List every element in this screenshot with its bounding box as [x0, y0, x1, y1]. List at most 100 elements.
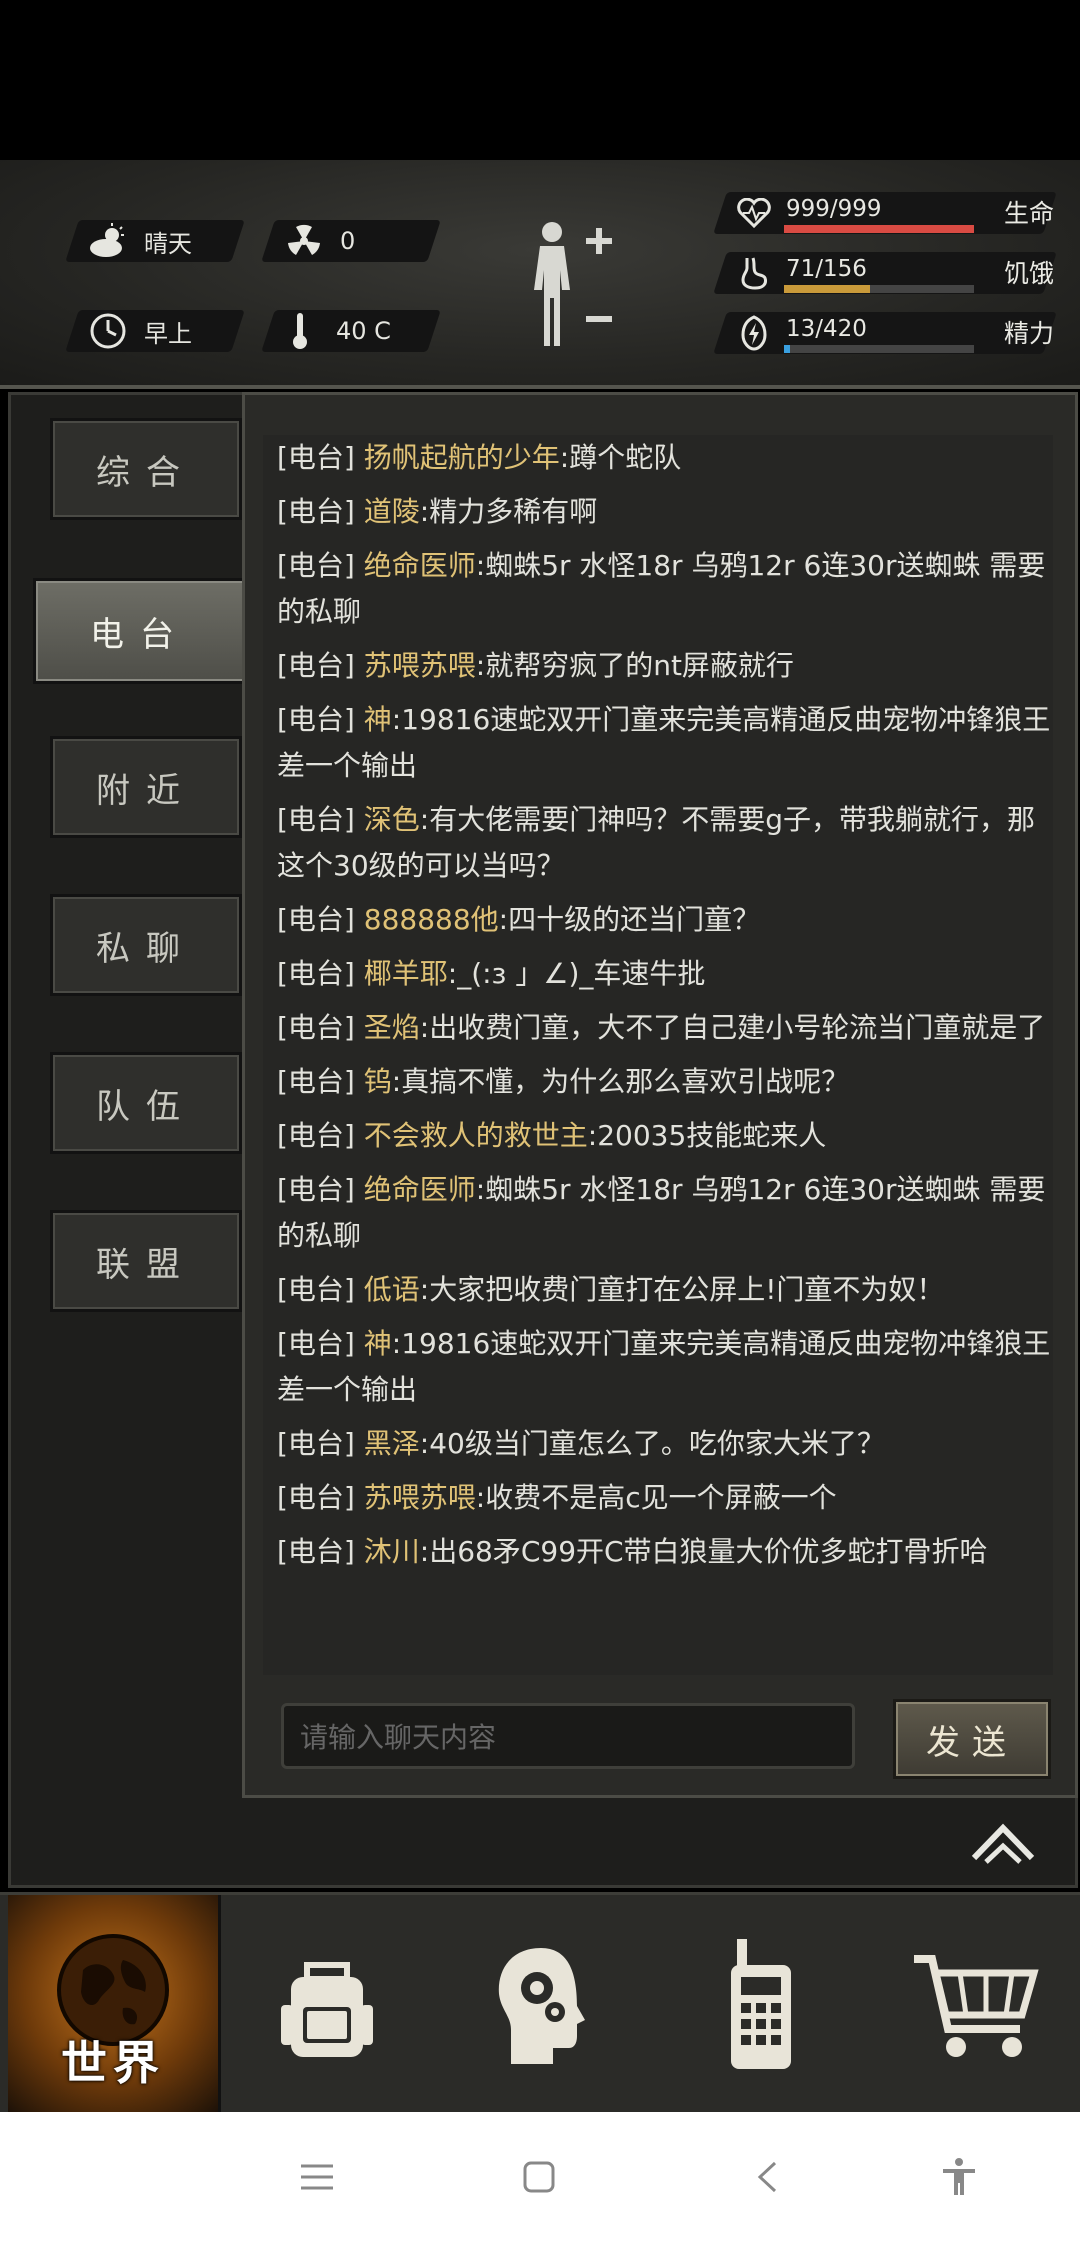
menu-icon[interactable]	[292, 2152, 342, 2202]
temperature-value: 40 C	[336, 317, 391, 345]
thermometer-icon	[278, 309, 322, 353]
message-channel: [电台]	[277, 1327, 364, 1360]
walkie-talkie-icon	[731, 1939, 791, 2069]
energy-bar	[784, 345, 974, 353]
message-channel: [电台]	[277, 903, 364, 936]
hunger-value: 71/156	[786, 256, 867, 282]
tab-nearby[interactable]: 附近	[50, 736, 242, 838]
heart-icon	[734, 193, 774, 233]
back-icon[interactable]	[742, 2152, 792, 2202]
message-sender[interactable]: 神	[364, 1327, 392, 1360]
message-text: :19816速蛇双开门童来完美高精通反曲宠物冲锋狼王差一个输出	[277, 703, 1051, 782]
chat-box: [电台] 扬帆起航的少年:蹲个蛇队 [电台] 道陵:精力多稀有啊 [电台] 绝命医师…	[242, 392, 1078, 1798]
message-list[interactable]: [电台] 扬帆起航的少年:蹲个蛇队 [电台] 道陵:精力多稀有啊 [电台] 绝命医师…	[263, 435, 1053, 1675]
time-of-day-label: 早上	[144, 319, 192, 348]
message-text: :19816速蛇双开门童来完美高精通反曲宠物冲锋狼王差一个输出	[277, 1327, 1051, 1406]
chat-message: [电台] 神:19816速蛇双开门童来完美高精通反曲宠物冲锋狼王差一个输出	[263, 1321, 1053, 1413]
tab-alliance[interactable]: 联盟	[50, 1210, 242, 1312]
nav-skills[interactable]	[436, 1895, 646, 2115]
message-channel: [电台]	[277, 1481, 364, 1514]
tab-radio[interactable]: 电台	[33, 578, 247, 684]
hud-panel: 晴天 0 早上 40 C 999/999 生命 71/156 饥饿 13/420…	[0, 160, 1080, 389]
message-sender[interactable]: 钨	[364, 1065, 392, 1098]
tab-general[interactable]: 综合	[50, 418, 242, 520]
message-channel: [电台]	[277, 957, 364, 990]
message-sender[interactable]: 椰羊耶	[364, 957, 448, 990]
message-text: :精力多稀有啊	[419, 495, 598, 528]
message-sender[interactable]: 黑泽	[364, 1427, 420, 1460]
nav-shop[interactable]	[870, 1895, 1080, 2115]
accessibility-icon[interactable]	[934, 2152, 984, 2202]
chat-input[interactable]: 请输入聊天内容	[281, 1703, 855, 1769]
nav-world[interactable]: 世界	[8, 1895, 221, 2115]
message-sender[interactable]: 888888他	[364, 903, 499, 936]
message-text: :40级当门童怎么了。吃你家大米了？	[419, 1427, 885, 1460]
chat-message: [电台] 绝命医师:蜘蛛5r 水怪18r 乌鸦12r 6连30r送蜘蛛 需要的私…	[263, 1167, 1053, 1259]
chat-message: [电台] 椰羊耶:_(:з 」∠)_车速牛批	[263, 951, 1053, 997]
message-sender[interactable]: 扬帆起航的少年	[364, 441, 560, 474]
message-channel: [电台]	[277, 1065, 364, 1098]
tab-private[interactable]: 私聊	[50, 894, 242, 996]
message-sender[interactable]: 神	[364, 703, 392, 736]
chat-message: [电台] 苏喂苏喂:收费不是高c见一个屏蔽一个	[263, 1475, 1053, 1521]
chat-message: [电台] 黑泽:40级当门童怎么了。吃你家大米了？	[263, 1421, 1053, 1467]
nav-world-label: 世界	[61, 2036, 165, 2090]
message-text: :真搞不懂，为什么那么喜欢引战呢？	[391, 1065, 850, 1098]
message-sender[interactable]: 沐川	[364, 1535, 420, 1568]
chat-message: [电台] 圣焰:出收费门童，大不了自己建小号轮流当门童就是了	[263, 1005, 1053, 1051]
stat-energy: 13/420 精力	[713, 308, 1060, 358]
weather-sun-cloud-icon	[86, 219, 130, 263]
message-channel: [电台]	[277, 495, 364, 528]
message-channel: [电台]	[277, 1427, 364, 1460]
health-bar	[784, 225, 974, 233]
clock-icon	[86, 309, 130, 353]
weather-label: 晴天	[144, 229, 192, 258]
message-channel: [电台]	[277, 1011, 364, 1044]
message-sender[interactable]: 苏喂苏喂	[364, 1481, 476, 1514]
message-sender[interactable]: 苏喂苏喂	[364, 649, 476, 682]
stat-health: 999/999 生命	[713, 188, 1060, 238]
hunger-label: 饥饿	[1003, 259, 1054, 288]
stat-hunger: 71/156 饥饿	[713, 248, 1060, 298]
backpack-icon	[281, 1962, 373, 2057]
send-button[interactable]: 发送	[893, 1699, 1051, 1779]
message-sender[interactable]: 低语	[364, 1273, 420, 1306]
chat-message: [电台] 钨:真搞不懂，为什么那么喜欢引战呢？	[263, 1059, 1053, 1105]
message-channel: [电台]	[277, 441, 364, 474]
message-sender[interactable]: 绝命医师	[364, 549, 476, 582]
stomach-icon	[734, 253, 774, 293]
message-text: :就帮穷疯了的nt屏蔽就行	[475, 649, 794, 682]
nav-backpack[interactable]	[222, 1895, 432, 2115]
message-sender[interactable]: 绝命医师	[364, 1173, 476, 1206]
tab-team[interactable]: 队伍	[50, 1052, 242, 1154]
chat-message: [电台] 苏喂苏喂:就帮穷疯了的nt屏蔽就行	[263, 643, 1053, 689]
bottom-nav: 世界	[0, 1892, 1080, 2115]
message-text: :出68矛C99开C带白狼量大价优多蛇打骨折哈	[419, 1535, 988, 1568]
energy-label: 精力	[1003, 319, 1054, 348]
message-sender[interactable]: 道陵	[364, 495, 420, 528]
message-text: :收费不是高c见一个屏蔽一个	[475, 1481, 837, 1514]
message-sender[interactable]: 深色	[364, 803, 420, 836]
message-sender[interactable]: 不会救人的救世主	[364, 1119, 588, 1152]
home-icon[interactable]	[514, 2152, 564, 2202]
message-channel: [电台]	[277, 1535, 364, 1568]
character-body-button[interactable]	[520, 220, 630, 350]
chat-message: [电台] 扬帆起航的少年:蹲个蛇队	[263, 435, 1053, 481]
message-channel: [电台]	[277, 1273, 364, 1306]
head-gear-icon	[498, 1948, 585, 2064]
chat-message: [电台] 绝命医师:蜘蛛5r 水怪18r 乌鸦12r 6连30r送蜘蛛 需要的私…	[263, 543, 1053, 635]
energy-icon	[734, 313, 774, 353]
chat-message: [电台] 不会救人的救世主:20035技能蛇来人	[263, 1113, 1053, 1159]
chat-message: [电台] 神:19816速蛇双开门童来完美高精通反曲宠物冲锋狼王差一个输出	[263, 697, 1053, 789]
status-bar-area	[0, 0, 1080, 160]
hunger-bar	[784, 285, 974, 293]
message-sender[interactable]: 圣焰	[364, 1011, 420, 1044]
message-text: :蹲个蛇队	[559, 441, 682, 474]
message-text: :20035技能蛇来人	[587, 1119, 827, 1152]
chat-message: [电台] 低语:大家把收费门童打在公屏上!门童不为奴！	[263, 1267, 1053, 1313]
collapse-up-icon[interactable]	[968, 1818, 1038, 1864]
message-channel: [电台]	[277, 1173, 364, 1206]
nav-radio[interactable]	[656, 1895, 866, 2115]
message-channel: [电台]	[277, 649, 364, 682]
radiation-icon	[282, 219, 326, 263]
